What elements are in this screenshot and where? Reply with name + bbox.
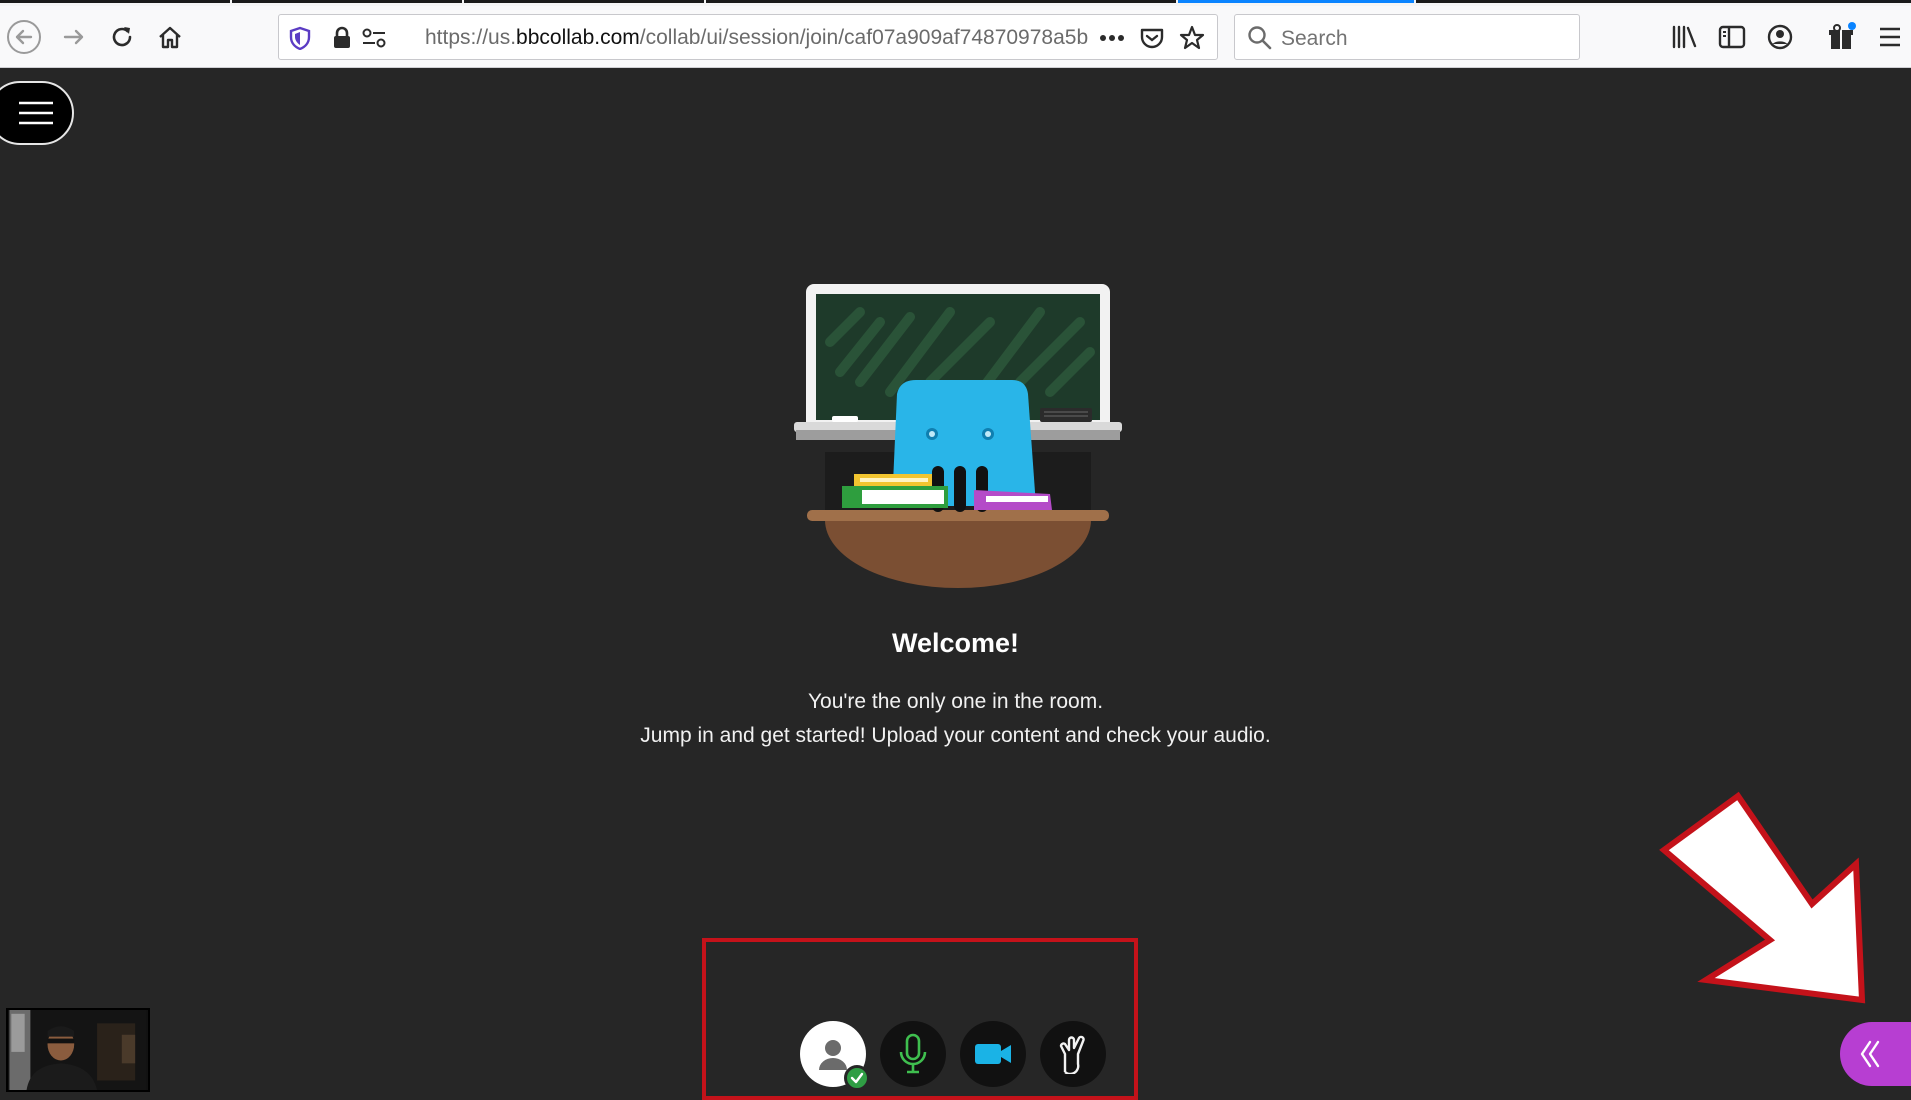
- url-bar[interactable]: https://us.bbcollab.com/collab/ui/sessio…: [278, 14, 1218, 60]
- sidebar-icon: [1718, 25, 1746, 49]
- app-menu-button[interactable]: [1870, 17, 1910, 57]
- microphone-button[interactable]: [880, 1021, 946, 1087]
- tab-edge: [1416, 0, 1911, 3]
- home-button[interactable]: [150, 17, 190, 57]
- library-button[interactable]: [1664, 17, 1704, 57]
- welcome-message-line2: Jump in and get started! Upload your con…: [640, 724, 1271, 747]
- tab-edge: [0, 0, 230, 3]
- raise-hand-icon: [1059, 1035, 1085, 1074]
- open-collaborate-panel-button[interactable]: [1840, 1022, 1911, 1086]
- permissions-icon[interactable]: [361, 25, 387, 51]
- double-chevron-left-icon: [1860, 1040, 1880, 1068]
- back-button[interactable]: [4, 17, 44, 57]
- search-icon: [1248, 26, 1272, 50]
- tab-edge: [232, 0, 462, 3]
- library-icon: [1672, 25, 1697, 49]
- account-button[interactable]: [1760, 17, 1800, 57]
- tab-edge: [706, 0, 1176, 3]
- camera-icon: [975, 1044, 1011, 1064]
- session-menu-button[interactable]: [0, 81, 74, 145]
- url-prefix: https://us.: [425, 26, 517, 49]
- raise-hand-button[interactable]: [1040, 1021, 1106, 1087]
- my-status-button[interactable]: [800, 1021, 870, 1091]
- self-video-thumbnail: [6, 1008, 150, 1092]
- url-path: /collab/ui/session/join/caf07a909af74870…: [639, 26, 1089, 49]
- forward-icon: [63, 29, 84, 45]
- account-icon: [1767, 24, 1793, 50]
- home-icon: [159, 26, 181, 49]
- extensions-button[interactable]: [1822, 17, 1862, 57]
- more-icon[interactable]: [1099, 25, 1125, 51]
- classroom-illustration: [794, 284, 1122, 588]
- reload-button[interactable]: [102, 17, 142, 57]
- reload-icon: [112, 27, 132, 47]
- url-text[interactable]: https://us.bbcollab.com/collab/ui/sessio…: [425, 26, 1089, 50]
- browser-toolbar: https://us.bbcollab.com/collab/ui/sessio…: [0, 6, 1911, 68]
- search-input[interactable]: Search: [1281, 27, 1348, 51]
- search-bar[interactable]: Search: [1234, 14, 1580, 60]
- hamburger-icon: [19, 101, 53, 125]
- url-host: bbcollab.com: [516, 26, 640, 49]
- sidebar-button[interactable]: [1712, 17, 1752, 57]
- welcome-title: Welcome!: [891, 628, 1020, 658]
- menu-icon: [1880, 27, 1900, 47]
- star-icon[interactable]: [1179, 25, 1205, 51]
- tab-active-edge: [1178, 0, 1414, 3]
- pocket-icon[interactable]: [1139, 25, 1165, 51]
- back-icon: [7, 20, 41, 54]
- tab-edge: [464, 0, 704, 3]
- welcome-message-line1: You're the only one in the room.: [807, 690, 1104, 713]
- status-check-icon: [844, 1065, 870, 1091]
- camera-button[interactable]: [960, 1021, 1026, 1087]
- lock-icon[interactable]: [329, 25, 355, 51]
- forward-button[interactable]: [54, 17, 94, 57]
- pointer-arrow-annotation: [1659, 791, 1866, 1004]
- extensions-icon: [1829, 22, 1856, 49]
- microphone-icon: [899, 1033, 927, 1074]
- shield-icon[interactable]: [287, 25, 313, 51]
